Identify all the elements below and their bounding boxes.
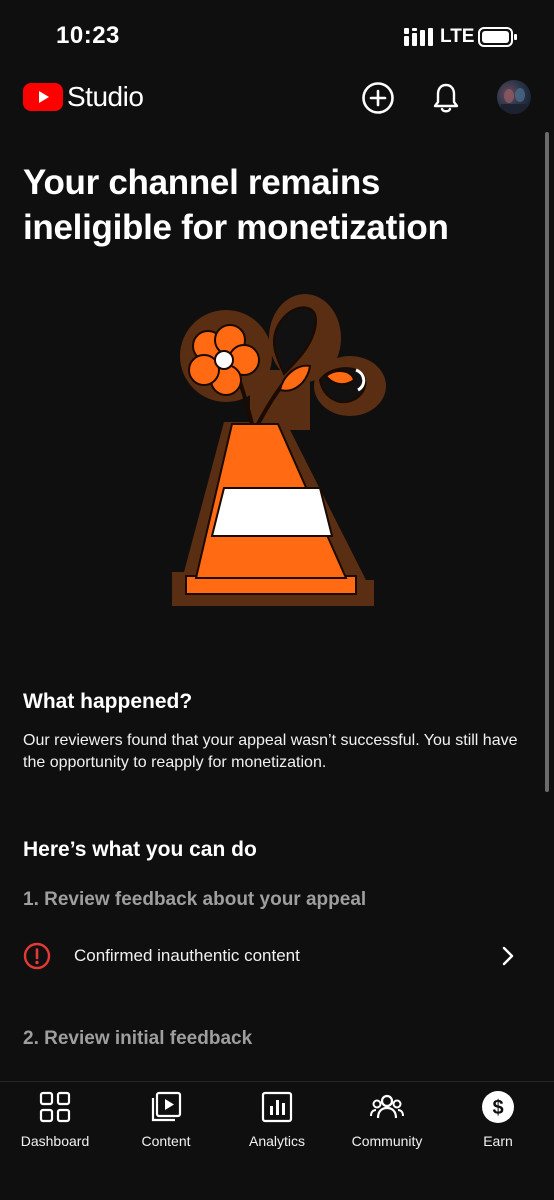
network-label: LTE xyxy=(440,26,475,47)
what-to-do-heading: Here’s what you can do xyxy=(23,838,257,861)
step-2-heading: 2. Review initial feedback xyxy=(23,1028,253,1049)
battery-icon xyxy=(478,27,517,47)
signal-icon xyxy=(404,28,433,46)
scrollbar[interactable] xyxy=(545,132,549,792)
avatar-image xyxy=(501,88,527,114)
brand-name: Studio xyxy=(67,81,144,112)
feedback-item-inauthentic-content[interactable]: Confirmed inauthentic content xyxy=(0,930,540,982)
page-title: Your channel remains ineligible for mone… xyxy=(23,163,449,247)
bottom-nav: Dashboard Content Analytics Community $ … xyxy=(0,1081,554,1200)
svg-text:$: $ xyxy=(492,1097,503,1119)
community-icon xyxy=(370,1094,404,1119)
step-1-heading: 1. Review feedback about your appeal xyxy=(23,889,367,910)
avatar[interactable] xyxy=(497,80,531,114)
app-header: Studio xyxy=(0,76,554,122)
feedback-item-label: Confirmed inauthentic content xyxy=(74,946,300,965)
status-time: 10:23 xyxy=(56,22,120,49)
earn-icon: $ xyxy=(482,1091,514,1123)
dashboard-icon xyxy=(39,1091,71,1123)
nav-label-dashboard: Dashboard xyxy=(20,1133,90,1149)
nav-item-dashboard[interactable]: Dashboard xyxy=(0,1090,110,1160)
what-happened-body: Our reviewers found that your appeal was… xyxy=(23,732,518,771)
nav-item-analytics[interactable]: Analytics xyxy=(222,1090,332,1160)
nav-label-content: Content xyxy=(141,1133,191,1149)
nav-label-analytics: Analytics xyxy=(248,1133,306,1149)
nav-item-content[interactable]: Content xyxy=(111,1090,221,1160)
status-bar: 10:23 LTE xyxy=(0,0,554,70)
create-icon[interactable] xyxy=(361,81,395,115)
traffic-cone-flower-illustration xyxy=(172,294,386,606)
youtube-logo-icon[interactable] xyxy=(23,83,63,111)
nav-item-community[interactable]: Community xyxy=(332,1090,442,1160)
what-happened-heading: What happened? xyxy=(23,690,193,713)
alert-icon xyxy=(23,942,51,970)
bell-icon[interactable] xyxy=(429,81,463,115)
nav-label-community: Community xyxy=(351,1133,423,1149)
analytics-icon xyxy=(261,1091,293,1123)
chevron-right-icon xyxy=(502,946,514,966)
nav-label-earn: Earn xyxy=(483,1133,513,1149)
content-icon xyxy=(151,1091,182,1122)
nav-item-earn[interactable]: $ Earn xyxy=(443,1090,553,1160)
